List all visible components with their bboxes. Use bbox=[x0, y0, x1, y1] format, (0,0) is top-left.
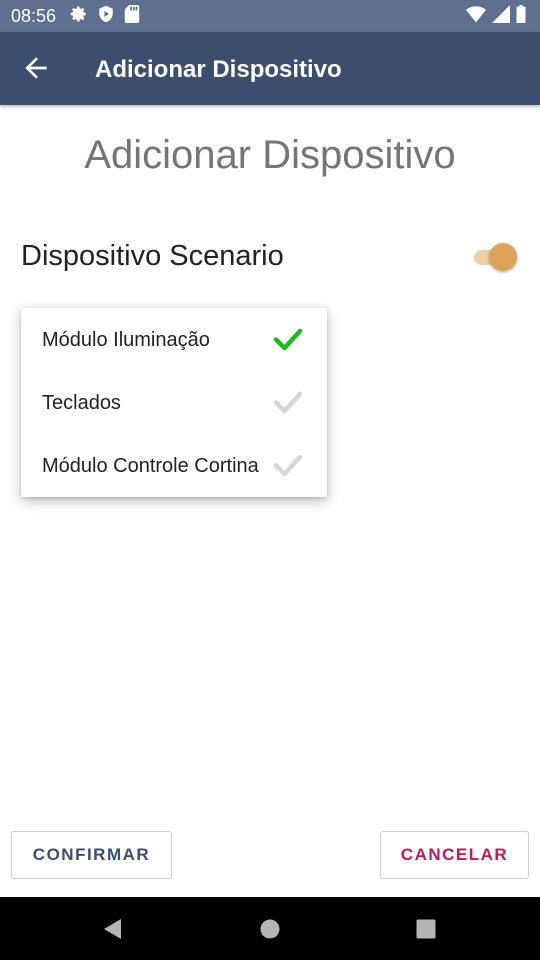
menu-item-modulo-iluminacao[interactable]: Módulo Iluminação bbox=[21, 308, 327, 371]
app-toolbar: Adicionar Dispositivo bbox=[0, 32, 540, 105]
switch-thumb bbox=[489, 243, 517, 271]
wifi-icon bbox=[466, 5, 486, 28]
play-protect-icon bbox=[97, 5, 115, 28]
status-bar: 08:56 bbox=[0, 0, 540, 32]
cancel-button[interactable]: CANCELAR bbox=[380, 831, 529, 879]
sd-card-icon bbox=[124, 4, 140, 28]
settings-icon bbox=[70, 5, 88, 28]
toolbar-title: Adicionar Dispositivo bbox=[95, 56, 342, 83]
check-icon bbox=[273, 450, 303, 480]
arrow-back-icon[interactable] bbox=[20, 52, 52, 84]
device-type-menu: Módulo Iluminação Teclados Módulo Contro… bbox=[21, 308, 327, 497]
menu-item-modulo-controle-cortina[interactable]: Módulo Controle Cortina bbox=[21, 434, 327, 497]
menu-item-label: Módulo Controle Cortina bbox=[42, 455, 259, 477]
scenario-switch[interactable] bbox=[472, 242, 518, 272]
status-time: 08:56 bbox=[11, 6, 57, 26]
recents-square-icon[interactable] bbox=[414, 917, 438, 941]
back-triangle-icon[interactable] bbox=[101, 917, 125, 941]
check-icon bbox=[273, 387, 303, 417]
home-circle-icon[interactable] bbox=[258, 917, 282, 941]
page-title: Adicionar Dispositivo bbox=[84, 133, 456, 177]
system-nav-bar bbox=[0, 897, 540, 960]
check-icon bbox=[273, 324, 303, 354]
menu-item-label: Módulo Iluminação bbox=[42, 329, 210, 351]
signal-icon bbox=[492, 4, 510, 28]
menu-item-label: Teclados bbox=[42, 392, 121, 414]
confirm-button[interactable]: CONFIRMAR bbox=[11, 831, 172, 879]
switch-label: Dispositivo Scenario bbox=[21, 240, 284, 272]
menu-item-teclados[interactable]: Teclados bbox=[21, 371, 327, 434]
battery-icon bbox=[516, 4, 526, 28]
